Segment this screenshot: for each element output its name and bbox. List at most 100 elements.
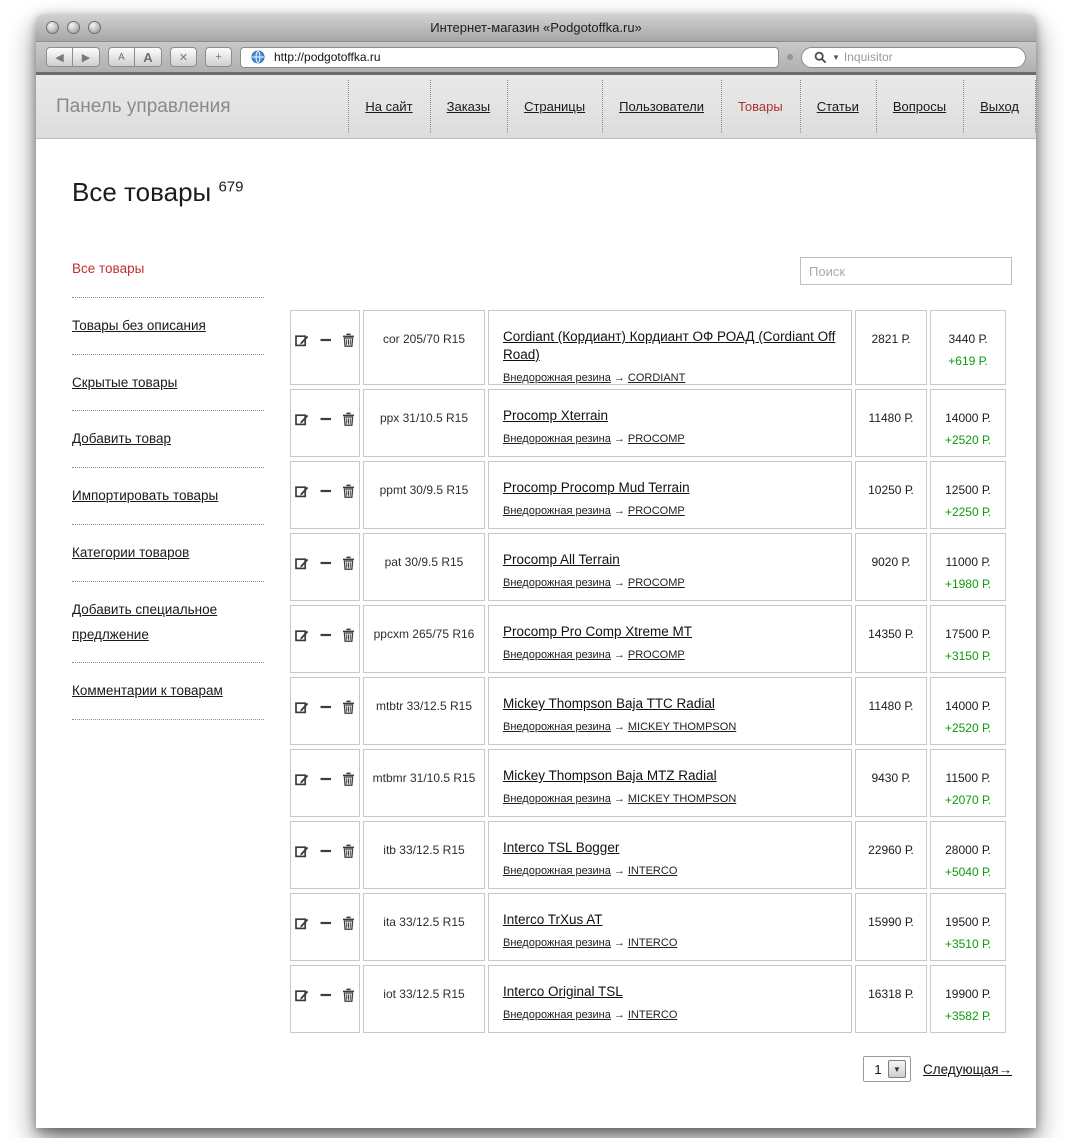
price-markup: +619 Р. <box>948 354 988 368</box>
category-link[interactable]: Внедорожная резина <box>503 793 611 805</box>
delete-icon[interactable] <box>342 412 355 426</box>
delete-icon[interactable] <box>342 844 355 858</box>
category-link[interactable]: Внедорожная резина <box>503 372 611 384</box>
nav-item-товары[interactable]: Товары <box>720 75 800 138</box>
brand-link[interactable]: PROCOMP <box>628 433 685 445</box>
sidebar-item-7[interactable]: Комментарии к товарам <box>72 663 264 721</box>
sidebar-item-1[interactable]: Товары без описания <box>72 298 264 355</box>
next-page-link[interactable]: Следующая→ <box>923 1062 1012 1077</box>
close-window-button[interactable] <box>46 21 59 34</box>
add-bookmark-button[interactable]: + <box>205 47 232 67</box>
sidebar-item-6[interactable]: Добавить специальное предлжение <box>72 582 264 664</box>
nav-item-вопросы[interactable]: Вопросы <box>875 75 963 138</box>
hide-icon[interactable] <box>320 412 332 426</box>
page-select[interactable]: 1 ▼ <box>862 1056 911 1082</box>
url-input[interactable] <box>274 50 771 64</box>
delete-icon[interactable] <box>342 333 355 347</box>
edit-icon[interactable] <box>295 916 309 930</box>
brand-link[interactable]: INTERCO <box>628 865 678 877</box>
delete-icon[interactable] <box>342 988 355 1002</box>
hide-icon[interactable] <box>320 484 332 498</box>
edit-icon[interactable] <box>295 772 309 786</box>
product-name-link[interactable]: Procomp Procomp Mud Terrain <box>503 480 690 495</box>
sale-price-cell: 3440 Р. +619 Р. <box>930 310 1006 385</box>
delete-icon[interactable] <box>342 556 355 570</box>
edit-icon[interactable] <box>295 700 309 714</box>
sidebar-item-4[interactable]: Импортировать товары <box>72 468 264 525</box>
sidebar-item-3[interactable]: Добавить товар <box>72 411 264 469</box>
category-link[interactable]: Внедорожная резина <box>503 433 611 445</box>
hide-icon[interactable] <box>320 556 332 570</box>
product-search-input[interactable] <box>800 257 1012 285</box>
delete-icon[interactable] <box>342 700 355 714</box>
hide-icon[interactable] <box>320 700 332 714</box>
sidebar-item-0[interactable]: Все товары <box>72 257 264 298</box>
price-markup: +5040 Р. <box>944 865 992 879</box>
category-link[interactable]: Внедорожная резина <box>503 505 611 517</box>
forward-button[interactable]: ▶ <box>73 47 100 67</box>
product-name-link[interactable]: Interco TrXus AT <box>503 912 603 927</box>
hide-icon[interactable] <box>320 844 332 858</box>
category-link[interactable]: Внедорожная резина <box>503 721 611 733</box>
text-smaller-button[interactable]: A <box>108 47 135 67</box>
hide-icon[interactable] <box>320 628 332 642</box>
product-name-link[interactable]: Procomp Pro Comp Xtreme MT <box>503 624 692 639</box>
product-code: mtbmr 31/10.5 R15 <box>363 749 485 817</box>
product-name-link[interactable]: Mickey Thompson Baja MTZ Radial <box>503 768 717 783</box>
back-button[interactable]: ◀ <box>46 47 73 67</box>
brand-link[interactable]: MICKEY THOMPSON <box>628 793 736 805</box>
product-row: mtbmr 31/10.5 R15 Mickey Thompson Baja M… <box>290 749 1006 817</box>
product-name-link[interactable]: Mickey Thompson Baja TTC Radial <box>503 696 715 711</box>
nav-item-страницы[interactable]: Страницы <box>507 75 602 138</box>
stop-button[interactable]: ✕ <box>170 47 197 67</box>
product-name-link[interactable]: Cordiant (Кордиант) Кордиант ОФ РОАД (Co… <box>503 329 835 362</box>
brand-link[interactable]: INTERCO <box>628 937 678 949</box>
delete-icon[interactable] <box>342 772 355 786</box>
edit-icon[interactable] <box>295 988 309 1002</box>
edit-icon[interactable] <box>295 484 309 498</box>
search-engine-caret-icon[interactable]: ▼ <box>832 53 840 62</box>
delete-icon[interactable] <box>342 484 355 498</box>
sidebar-item-2[interactable]: Скрытые товары <box>72 355 264 412</box>
brand-link[interactable]: PROCOMP <box>628 649 685 661</box>
brand-link[interactable]: CORDIANT <box>628 372 685 384</box>
category-link[interactable]: Внедорожная резина <box>503 1009 611 1021</box>
nav-item-статьи[interactable]: Статьи <box>799 75 876 138</box>
edit-icon[interactable] <box>295 628 309 642</box>
hide-icon[interactable] <box>320 916 332 930</box>
address-bar[interactable] <box>240 46 779 68</box>
minimize-window-button[interactable] <box>67 21 80 34</box>
delete-icon[interactable] <box>342 916 355 930</box>
edit-icon[interactable] <box>295 844 309 858</box>
product-name-link[interactable]: Procomp Xterrain <box>503 408 608 423</box>
product-name-link[interactable]: Interco TSL Bogger <box>503 840 619 855</box>
nav-item-на сайт[interactable]: На сайт <box>348 75 429 138</box>
browser-search-input[interactable] <box>843 50 1016 64</box>
category-link[interactable]: Внедорожная резина <box>503 649 611 661</box>
text-bigger-button[interactable]: A <box>135 47 162 67</box>
browser-search-field[interactable]: ▼ <box>801 46 1026 68</box>
chevron-down-icon[interactable]: ▼ <box>887 1060 906 1078</box>
zoom-window-button[interactable] <box>88 21 101 34</box>
hide-icon[interactable] <box>320 333 332 347</box>
browser-toolbar: ◀ ▶ A A ✕ + ▼ <box>36 42 1036 72</box>
sidebar-item-5[interactable]: Категории товаров <box>72 525 264 582</box>
brand-link[interactable]: INTERCO <box>628 1009 678 1021</box>
hide-icon[interactable] <box>320 988 332 1002</box>
brand-link[interactable]: MICKEY THOMPSON <box>628 721 736 733</box>
product-name-link[interactable]: Procomp All Terrain <box>503 552 620 567</box>
product-name-link[interactable]: Interco Original TSL <box>503 984 623 999</box>
delete-icon[interactable] <box>342 628 355 642</box>
category-link[interactable]: Внедорожная резина <box>503 865 611 877</box>
hide-icon[interactable] <box>320 772 332 786</box>
edit-icon[interactable] <box>295 412 309 426</box>
nav-item-заказы[interactable]: Заказы <box>429 75 507 138</box>
brand-link[interactable]: PROCOMP <box>628 505 685 517</box>
edit-icon[interactable] <box>295 556 309 570</box>
brand-link[interactable]: PROCOMP <box>628 577 685 589</box>
category-link[interactable]: Внедорожная резина <box>503 937 611 949</box>
category-link[interactable]: Внедорожная резина <box>503 577 611 589</box>
edit-icon[interactable] <box>295 333 309 347</box>
nav-item-пользователи[interactable]: Пользователи <box>602 75 721 138</box>
nav-item-выход[interactable]: Выход <box>963 75 1036 138</box>
